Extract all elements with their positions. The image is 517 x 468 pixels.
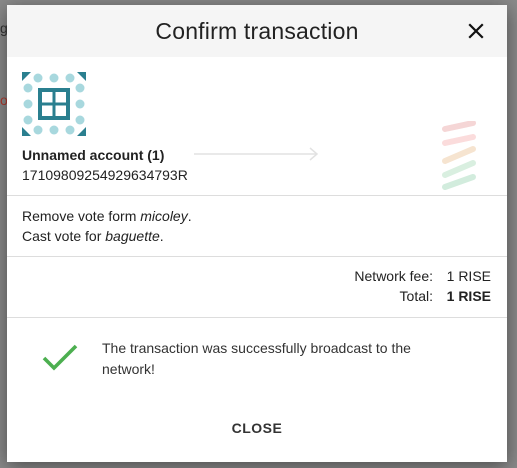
total-label: Total: — [399, 288, 433, 304]
close-button[interactable]: CLOSE — [217, 413, 297, 443]
removed-delegate-name: micoley — [140, 208, 188, 224]
checkmark-icon — [41, 343, 79, 378]
arrow-right-icon — [194, 147, 320, 166]
sender-identicon-avatar — [22, 72, 86, 136]
network-fee-row: Network fee: 1 RISE — [22, 266, 491, 286]
transfer-flow — [7, 57, 507, 193]
cast-vote-line: Cast vote for baguette. — [22, 226, 492, 246]
recipient-identicon-avatar — [439, 120, 479, 198]
vote-changes: Remove vote form micoley. Cast vote for … — [7, 196, 507, 256]
remove-vote-text: Remove vote form — [22, 208, 141, 224]
cast-vote-suffix: . — [159, 228, 164, 244]
account-address: 17109809254929634793R — [22, 167, 188, 183]
close-icon[interactable] — [463, 18, 489, 44]
network-fee-label: Network fee: — [354, 268, 433, 284]
remove-vote-suffix: . — [187, 208, 192, 224]
cast-delegate-name: baguette — [105, 228, 160, 244]
total-row: Total: 1 RISE — [22, 286, 491, 306]
cast-vote-text: Cast vote for — [22, 228, 106, 244]
dialog-title: Confirm transaction — [155, 17, 359, 44]
success-message: The transaction was successfully broadca… — [102, 340, 411, 377]
network-fee-value: 1 RISE — [446, 268, 491, 284]
confirm-transaction-dialog: Confirm transaction Unnamed account (1) … — [7, 5, 507, 462]
fee-summary: Network fee: 1 RISE Total: 1 RISE — [7, 257, 507, 317]
remove-vote-line: Remove vote form micoley. — [22, 206, 492, 226]
total-value: 1 RISE — [446, 288, 491, 304]
success-status: The transaction was successfully broadca… — [7, 318, 507, 400]
dialog-header: Confirm transaction — [7, 5, 507, 57]
